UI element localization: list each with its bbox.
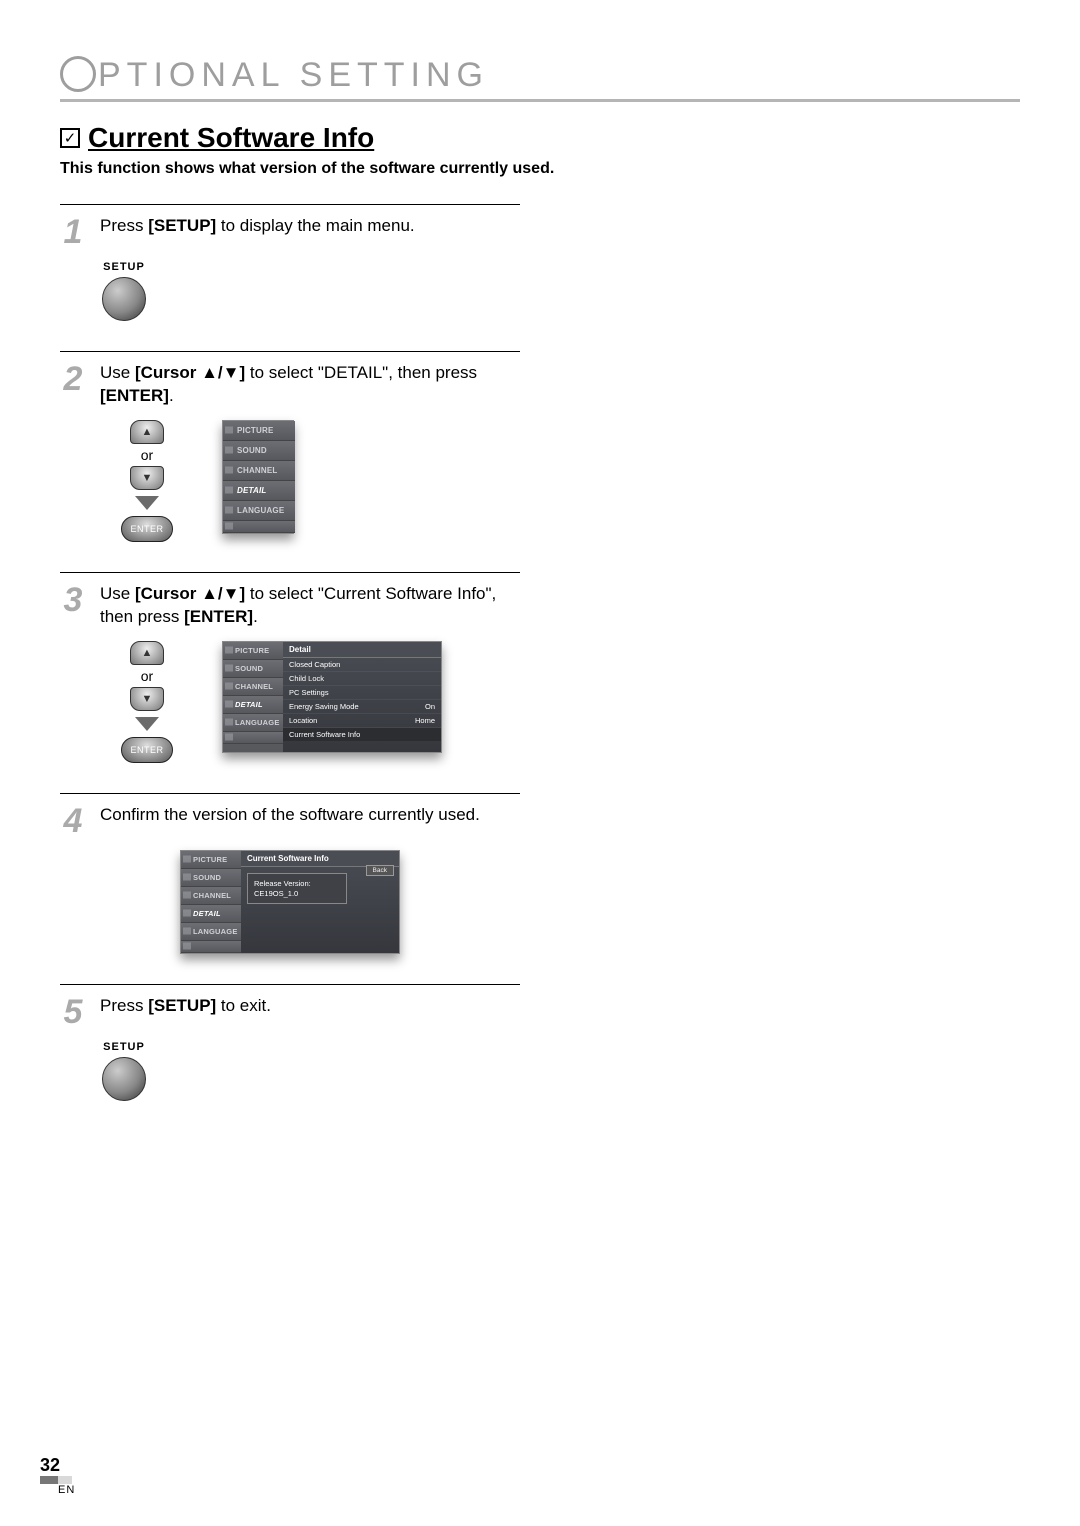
menu-blank — [181, 941, 241, 953]
menu-item-sound: SOUND — [223, 660, 283, 678]
enter-button-icon: ENTER — [121, 516, 173, 542]
release-version-box: Release Version: CE19OS_1.0 — [247, 873, 347, 905]
header-initial-o-icon — [60, 56, 96, 92]
menu-item-detail: DETAIL — [181, 905, 241, 923]
menu-item-detail: DETAIL — [223, 696, 283, 714]
tv-menu-software-info: PICTURE SOUND CHANNEL DETAIL LANGUAGE Cu… — [180, 850, 400, 954]
menu-item-sound: SOUND — [223, 441, 295, 461]
or-label: or — [102, 668, 192, 684]
cursor-down-icon: ▼ — [130, 687, 164, 711]
setup-button-label: SETUP — [102, 261, 146, 273]
menu-item-language: LANGUAGE — [223, 714, 283, 732]
menu-item-language: LANGUAGE — [181, 923, 241, 941]
cursor-nav-diagram: ▲ or ▼ ENTER — [102, 420, 192, 542]
section-title: Current Software Info — [88, 122, 374, 154]
detail-row-closed-caption: Closed Caption — [283, 658, 441, 672]
step-number: 1 — [60, 215, 86, 249]
menu-item-picture: PICTURE — [223, 642, 283, 660]
step-number: 3 — [60, 583, 86, 617]
detail-panel-title: Detail — [283, 642, 441, 658]
setup-button-label: SETUP — [102, 1041, 146, 1053]
enter-button-icon: ENTER — [121, 737, 173, 763]
menu-item-sound: SOUND — [181, 869, 241, 887]
page-header: PTIONAL SETTING — [60, 50, 1020, 95]
step-text: Use [Cursor ▲/▼] to select "Current Soft… — [100, 583, 520, 629]
menu-item-detail: DETAIL — [223, 481, 295, 501]
cursor-up-icon: ▲ — [130, 420, 164, 444]
menu-item-picture: PICTURE — [181, 851, 241, 869]
arrow-down-icon — [135, 717, 159, 731]
checkbox-icon: ✓ — [60, 128, 80, 148]
detail-row-child-lock: Child Lock — [283, 672, 441, 686]
step-number: 4 — [60, 804, 86, 838]
menu-blank — [223, 732, 283, 744]
release-version-label: Release Version: — [254, 879, 340, 889]
menu-item-channel: CHANNEL — [181, 887, 241, 905]
step-text: Use [Cursor ▲/▼] to select "DETAIL", the… — [100, 362, 520, 408]
tv-menu-detail: PICTURE SOUND CHANNEL DETAIL LANGUAGE De… — [222, 641, 442, 753]
step-number: 2 — [60, 362, 86, 396]
cursor-down-icon: ▼ — [130, 466, 164, 490]
menu-item-language: LANGUAGE — [223, 501, 295, 521]
step-text: Press [SETUP] to exit. — [100, 995, 520, 1018]
step-3: 3 Use [Cursor ▲/▼] to select "Current So… — [60, 572, 520, 763]
page-number: 32 — [40, 1455, 72, 1484]
step-text: Confirm the version of the software curr… — [100, 804, 520, 827]
detail-row-current-software: Current Software Info — [283, 728, 441, 742]
section-title-row: ✓ Current Software Info — [60, 122, 1020, 154]
page-footer: 32 EN — [40, 1455, 75, 1496]
header-rule — [60, 99, 1020, 102]
or-label: or — [102, 447, 192, 463]
menu-item-channel: CHANNEL — [223, 461, 295, 481]
section-description: This function shows what version of the … — [60, 160, 1020, 178]
cursor-up-icon: ▲ — [130, 641, 164, 665]
back-button: Back — [366, 865, 394, 876]
menu-blank — [223, 521, 295, 533]
setup-button-icon — [102, 1057, 146, 1101]
step-number: 5 — [60, 995, 86, 1029]
step-2: 2 Use [Cursor ▲/▼] to select "DETAIL", t… — [60, 351, 520, 542]
header-title-text: PTIONAL SETTING — [98, 56, 489, 95]
setup-button-diagram: SETUP — [102, 261, 146, 321]
detail-row-energy-saving: Energy Saving ModeOn — [283, 700, 441, 714]
step-5: 5 Press [SETUP] to exit. SETUP — [60, 984, 520, 1101]
setup-button-icon — [102, 277, 146, 321]
step-1: 1 Press [SETUP] to display the main menu… — [60, 204, 520, 321]
setup-button-diagram: SETUP — [102, 1041, 146, 1101]
release-version-value: CE19OS_1.0 — [254, 889, 340, 899]
detail-row-location: LocationHome — [283, 714, 441, 728]
tv-menu-main: PICTURE SOUND CHANNEL DETAIL LANGUAGE — [222, 420, 294, 534]
menu-item-picture: PICTURE — [223, 421, 295, 441]
step-text: Press [SETUP] to display the main menu. — [100, 215, 520, 238]
detail-row-pc-settings: PC Settings — [283, 686, 441, 700]
page-language: EN — [40, 1484, 75, 1496]
cursor-nav-diagram: ▲ or ▼ ENTER — [102, 641, 192, 763]
menu-item-channel: CHANNEL — [223, 678, 283, 696]
arrow-down-icon — [135, 496, 159, 510]
step-4: 4 Confirm the version of the software cu… — [60, 793, 520, 954]
